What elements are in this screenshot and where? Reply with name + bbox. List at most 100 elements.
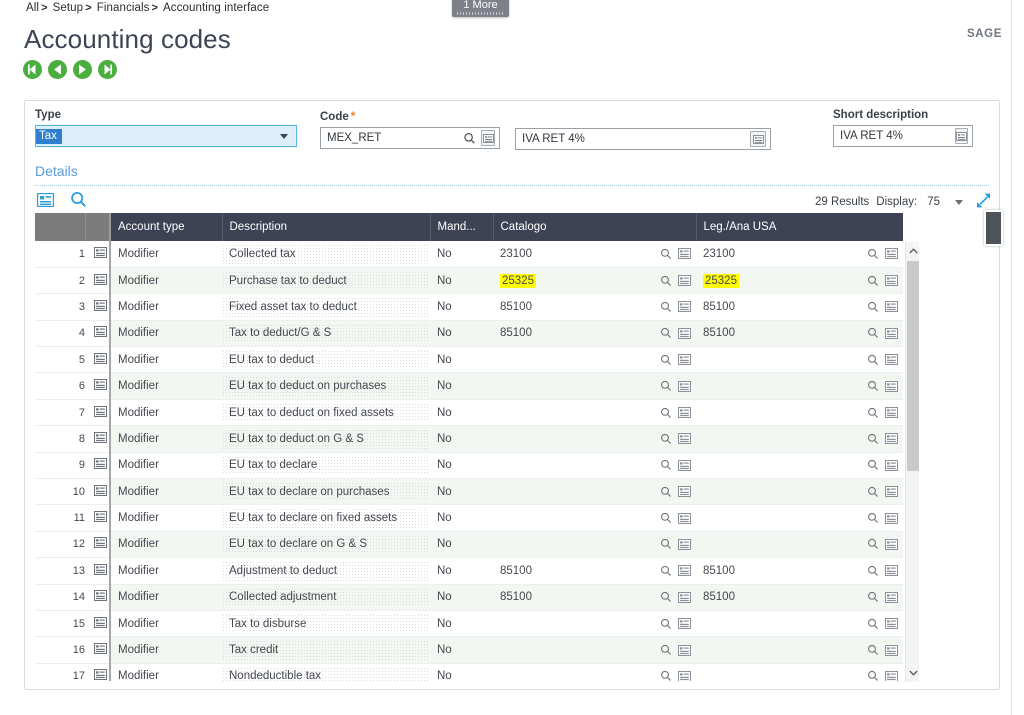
selection-list-icon[interactable]	[678, 354, 691, 365]
cell-leg-ana-usa[interactable]	[696, 505, 903, 531]
cell-leg-ana-usa[interactable]: 85100	[696, 294, 903, 320]
column-header-leg-ana-usa[interactable]: Leg./Ana USA	[696, 213, 903, 241]
cell-catalogo[interactable]	[493, 373, 696, 399]
cell-catalogo[interactable]	[493, 663, 696, 681]
cell-description[interactable]: EU tax to declare on G & S	[222, 531, 430, 557]
cell-catalogo[interactable]	[493, 505, 696, 531]
cell-catalogo[interactable]: 85100	[493, 584, 696, 610]
cell-account-type[interactable]: Modifier	[110, 347, 222, 373]
table-row[interactable]: 11ModifierEU tax to declare on fixed ass…	[35, 505, 903, 531]
cell-mandatory[interactable]: No	[430, 637, 493, 663]
search-icon[interactable]	[867, 644, 879, 656]
cell-leg-ana-usa[interactable]: 23100	[696, 241, 903, 267]
cell-mandatory[interactable]: No	[430, 241, 493, 267]
code-input[interactable]	[321, 128, 461, 148]
cell-account-type[interactable]: Modifier	[110, 584, 222, 610]
selection-list-icon[interactable]	[885, 645, 898, 656]
cell-catalogo[interactable]: 85100	[493, 294, 696, 320]
search-icon[interactable]	[660, 538, 672, 550]
table-row[interactable]: 7ModifierEU tax to deduct on fixed asset…	[35, 399, 903, 425]
row-detail-icon[interactable]	[94, 300, 107, 311]
breadcrumb-item-financials[interactable]: Financials	[97, 2, 150, 14]
search-icon[interactable]	[867, 591, 879, 603]
cell-leg-ana-usa[interactable]	[696, 452, 903, 478]
table-row[interactable]: 5ModifierEU tax to deductNo	[35, 347, 903, 373]
row-detail-icon[interactable]	[94, 537, 107, 548]
row-detail-icon[interactable]	[94, 511, 107, 522]
row-detail-icon[interactable]	[94, 406, 107, 417]
cell-catalogo[interactable]	[493, 426, 696, 452]
selection-list-icon[interactable]	[678, 381, 691, 392]
cell-account-type[interactable]: Modifier	[110, 373, 222, 399]
cell-account-type[interactable]: Modifier	[110, 294, 222, 320]
search-icon[interactable]	[867, 301, 879, 313]
search-icon[interactable]	[660, 512, 672, 524]
cell-description[interactable]: EU tax to deduct	[222, 347, 430, 373]
cell-catalogo[interactable]: 85100	[493, 558, 696, 584]
selection-list-icon[interactable]	[885, 248, 898, 259]
search-icon[interactable]	[660, 327, 672, 339]
table-row[interactable]: 10ModifierEU tax to declare on purchases…	[35, 479, 903, 505]
search-icon[interactable]	[660, 380, 672, 392]
cell-description[interactable]: Adjustment to deduct	[222, 558, 430, 584]
cell-account-type[interactable]: Modifier	[110, 479, 222, 505]
table-row[interactable]: 17ModifierNondeductible taxNo	[35, 663, 903, 681]
cell-leg-ana-usa[interactable]	[696, 479, 903, 505]
cell-description[interactable]: Tax to deduct/G & S	[222, 320, 430, 346]
display-value[interactable]: 75	[927, 196, 940, 208]
table-row[interactable]: 8ModifierEU tax to deduct on G & SNo	[35, 426, 903, 452]
cell-mandatory[interactable]: No	[430, 267, 493, 293]
selection-list-icon[interactable]	[678, 328, 691, 339]
cell-account-type[interactable]: Modifier	[110, 663, 222, 681]
cell-leg-ana-usa[interactable]	[696, 426, 903, 452]
row-detail-icon[interactable]	[94, 643, 107, 654]
selection-list-icon[interactable]	[885, 381, 898, 392]
search-icon[interactable]	[70, 191, 87, 213]
cell-mandatory[interactable]: No	[430, 373, 493, 399]
cell-mandatory[interactable]: No	[430, 479, 493, 505]
search-icon[interactable]	[660, 486, 672, 498]
cell-account-type[interactable]: Modifier	[110, 399, 222, 425]
search-icon[interactable]	[660, 618, 672, 630]
cell-catalogo[interactable]: 85100	[493, 320, 696, 346]
selection-list-icon[interactable]	[678, 513, 691, 524]
previous-record-button[interactable]	[48, 60, 67, 79]
search-icon[interactable]	[660, 433, 672, 445]
breadcrumb-item-accounting-interface[interactable]: Accounting interface	[163, 2, 269, 14]
cell-catalogo[interactable]	[493, 479, 696, 505]
search-icon[interactable]	[867, 407, 879, 419]
scroll-up-icon[interactable]	[906, 242, 920, 260]
selection-list-icon[interactable]	[885, 513, 898, 524]
column-header-mandatory[interactable]: Mand...	[430, 213, 493, 241]
row-detail-icon[interactable]	[94, 485, 107, 496]
cell-catalogo[interactable]	[493, 347, 696, 373]
scroll-down-icon[interactable]	[906, 664, 920, 682]
search-icon[interactable]	[867, 618, 879, 630]
cell-leg-ana-usa[interactable]	[696, 373, 903, 399]
chevron-down-icon[interactable]	[280, 134, 288, 139]
table-row[interactable]: 16ModifierTax creditNo	[35, 637, 903, 663]
cell-account-type[interactable]: Modifier	[110, 452, 222, 478]
search-icon[interactable]	[461, 130, 478, 147]
cell-description[interactable]: Tax credit	[222, 637, 430, 663]
search-icon[interactable]	[660, 565, 672, 577]
table-row[interactable]: 12ModifierEU tax to declare on G & SNo	[35, 531, 903, 557]
grid-vertical-scrollbar[interactable]	[905, 242, 919, 682]
cell-account-type[interactable]: Modifier	[110, 505, 222, 531]
search-icon[interactable]	[867, 433, 879, 445]
row-detail-icon[interactable]	[94, 432, 107, 443]
search-icon[interactable]	[867, 459, 879, 471]
cell-description[interactable]: EU tax to deduct on purchases	[222, 373, 430, 399]
table-row[interactable]: 2ModifierPurchase tax to deductNo2532525…	[35, 267, 903, 293]
search-icon[interactable]	[867, 538, 879, 550]
cell-leg-ana-usa[interactable]: 25325	[696, 267, 903, 293]
selection-list-icon[interactable]	[678, 671, 691, 681]
cell-leg-ana-usa[interactable]: 85100	[696, 558, 903, 584]
search-icon[interactable]	[660, 248, 672, 260]
selection-list-icon[interactable]	[885, 539, 898, 550]
cell-account-type[interactable]: Modifier	[110, 531, 222, 557]
search-icon[interactable]	[867, 248, 879, 260]
search-icon[interactable]	[867, 670, 879, 681]
search-icon[interactable]	[660, 591, 672, 603]
table-row[interactable]: 4ModifierTax to deduct/G & SNo8510085100	[35, 320, 903, 346]
